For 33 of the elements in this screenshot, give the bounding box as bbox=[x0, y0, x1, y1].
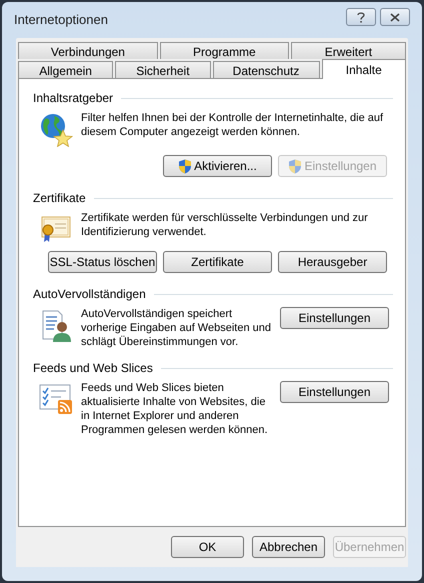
close-icon bbox=[390, 12, 400, 22]
group-title: AutoVervollständigen bbox=[33, 286, 146, 303]
shield-icon bbox=[178, 158, 192, 174]
dialog-button[interactable]: Einstellungen bbox=[280, 381, 389, 403]
tab[interactable]: Inhalte bbox=[322, 59, 406, 79]
group-title: Inhaltsratgeber bbox=[33, 90, 114, 107]
dialog-button[interactable]: Abbrechen bbox=[252, 536, 325, 558]
tab[interactable]: Datenschutz bbox=[212, 61, 320, 78]
dialog-button[interactable]: OK bbox=[171, 536, 244, 558]
document-person-icon bbox=[40, 309, 72, 343]
window-title: Internetoptionen bbox=[14, 11, 108, 30]
tab[interactable]: Sicherheit bbox=[115, 61, 210, 78]
help-icon bbox=[357, 12, 365, 22]
feed-list-icon bbox=[39, 383, 73, 415]
tab[interactable]: Programme bbox=[160, 42, 289, 59]
tab[interactable]: Erweitert bbox=[290, 42, 406, 59]
description-text: Zertifikate werden für verschlüsselte Verbindungen und zur Identifizierung verwendet. bbox=[81, 211, 369, 239]
close-button[interactable] bbox=[380, 8, 410, 26]
tab[interactable]: Verbindungen bbox=[18, 42, 158, 59]
globe-star-icon bbox=[39, 113, 73, 147]
help-button[interactable] bbox=[346, 8, 376, 26]
dialog-button[interactable]: Herausgeber bbox=[278, 251, 387, 273]
dialog-button[interactable]: Einstellungen bbox=[280, 307, 389, 329]
dialog-button[interactable]: Aktivieren... bbox=[163, 155, 272, 177]
shield-icon bbox=[288, 158, 302, 174]
dialog-button[interactable]: Zertifikate bbox=[163, 251, 272, 273]
tab[interactable]: Allgemein bbox=[18, 61, 114, 78]
dialog-button[interactable]: SSL-Status löschen bbox=[48, 251, 157, 273]
group-title: Zertifikate bbox=[33, 190, 86, 207]
description-text: AutoVervollständigen speichert vorherige Eingaben auf Webseiten und schlägt Übereinstimmungen vor. bbox=[81, 307, 272, 349]
description-text: Filter helfen Ihnen bei der Kontrolle der Internetinhalte, die auf diesem Computer angezeigt werden können. bbox=[81, 111, 384, 139]
group-title: Feeds und Web Slices bbox=[33, 360, 153, 377]
description-text: Feeds und Web Slices bieten aktualisierte Inhalte von Websites, die in Internet Explorer und anderen Programmen gelesen werden können. bbox=[81, 381, 269, 437]
